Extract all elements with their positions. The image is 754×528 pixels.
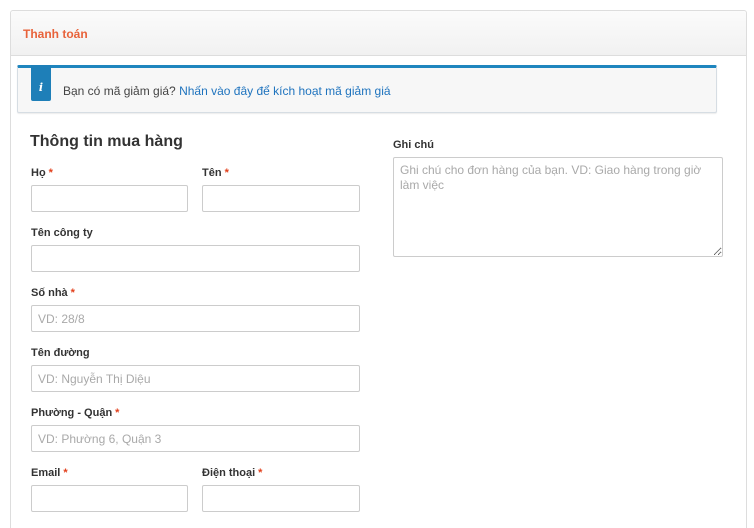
company-label: Tên công ty [31,227,93,239]
billing-section-title: Thông tin mua hàng [30,133,183,150]
required-mark: * [224,167,229,179]
phone-label: Điện thoại * [202,467,263,479]
coupon-notice: i Bạn có mã giảm giá? Nhấn vào đây để kí… [17,65,717,113]
email-input[interactable] [31,485,188,512]
last-name-label: Họ * [31,167,53,179]
coupon-question: Bạn có mã giảm giá? [63,84,176,98]
email-label: Email * [31,467,68,479]
last-name-input[interactable] [31,185,188,212]
required-mark: * [258,467,263,479]
first-name-input[interactable] [202,185,360,212]
first-name-label: Tên * [202,167,229,179]
company-input[interactable] [31,245,360,272]
phone-input[interactable] [202,485,360,512]
house-number-input[interactable] [31,305,360,332]
activate-coupon-link[interactable]: Nhấn vào đây để kích hoạt mã giảm giá [179,84,390,98]
panel-header [11,11,746,56]
coupon-message: Bạn có mã giảm giá? Nhấn vào đây để kích… [63,84,391,98]
notes-label: Ghi chú [393,139,434,151]
order-notes-textarea[interactable] [393,157,723,257]
required-mark: * [115,407,120,419]
required-mark: * [48,167,53,179]
panel-title: Thanh toán [23,27,88,41]
house-number-label: Số nhà * [31,287,75,299]
required-mark: * [70,287,75,299]
required-mark: * [63,467,68,479]
ward-district-label: Phường - Quận * [31,407,120,419]
info-icon: i [31,65,51,101]
street-label: Tên đường [31,347,90,359]
street-input[interactable] [31,365,360,392]
ward-district-input[interactable] [31,425,360,452]
